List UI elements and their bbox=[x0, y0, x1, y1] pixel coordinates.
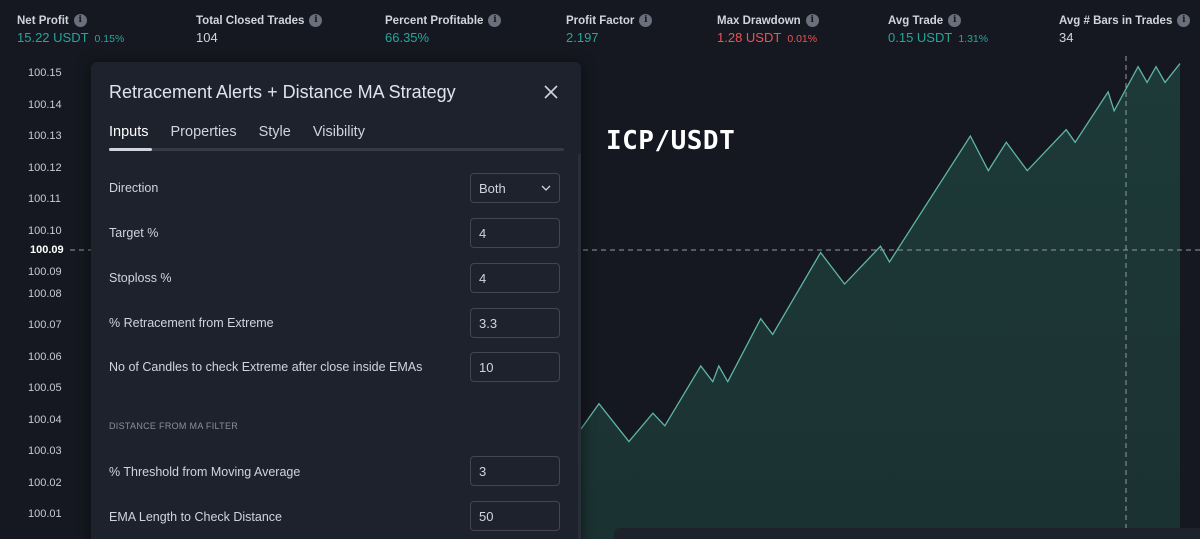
stat-profit-factor: Profit Factor i 2.197 bbox=[566, 14, 653, 45]
stat-label: Net Profit bbox=[17, 14, 69, 27]
stat-value: 66.35% bbox=[385, 30, 430, 45]
bottom-panel-edge bbox=[614, 528, 1200, 539]
strategy-stats-bar: Net Profit i 15.22 USDT 0.15% Total Closed… bbox=[0, 0, 1200, 56]
price-tick-label: 100.10 bbox=[28, 224, 62, 237]
stat-avg-bars-in-trades: Avg # Bars in Trades i 34 bbox=[1059, 14, 1191, 45]
strategy-settings-dialog: Retracement Alerts + Distance MA Strateg… bbox=[91, 62, 581, 539]
crosshair-price-label: 100.09 bbox=[28, 244, 66, 256]
stat-sub-value: 1.31% bbox=[958, 33, 989, 45]
price-tick-label: 100.06 bbox=[28, 350, 62, 363]
symbol-label: ICP/USDT bbox=[606, 126, 736, 156]
stat-label: Max Drawdown bbox=[717, 14, 801, 27]
stat-value: 15.22 USDT bbox=[17, 30, 89, 45]
price-tick-label: 100.04 bbox=[28, 413, 62, 426]
tab-visibility[interactable]: Visibility bbox=[313, 124, 365, 140]
dialog-title: Retracement Alerts + Distance MA Strateg… bbox=[109, 82, 456, 102]
direction-select[interactable]: Both bbox=[470, 173, 560, 203]
stat-label: Profit Factor bbox=[566, 14, 635, 27]
dialog-scrollbar[interactable] bbox=[578, 154, 581, 539]
info-icon[interactable]: i bbox=[948, 14, 962, 27]
stat-total-closed-trades: Total Closed Trades i 104 bbox=[196, 14, 323, 45]
stoploss-label: Stoploss % bbox=[109, 271, 172, 285]
tab-underline-track bbox=[109, 148, 564, 151]
tab-style[interactable]: Style bbox=[259, 124, 291, 140]
info-icon[interactable]: i bbox=[488, 14, 502, 27]
stat-value: 2.197 bbox=[566, 30, 599, 45]
stat-label: Total Closed Trades bbox=[196, 14, 305, 27]
ema-length-input[interactable] bbox=[470, 501, 560, 531]
stat-label: Percent Profitable bbox=[385, 14, 484, 27]
price-tick-label: 100.08 bbox=[28, 287, 62, 300]
tab-properties[interactable]: Properties bbox=[171, 124, 237, 140]
candles-label: No of Candles to check Extreme after clo… bbox=[109, 360, 423, 374]
price-tick-label: 100.14 bbox=[28, 98, 62, 111]
tab-inputs[interactable]: Inputs bbox=[109, 124, 149, 140]
target-label: Target % bbox=[109, 226, 159, 240]
stat-percent-profitable: Percent Profitable i 66.35% bbox=[385, 14, 502, 45]
price-tick-label: 100.01 bbox=[28, 508, 62, 520]
info-icon[interactable]: i bbox=[73, 14, 87, 27]
price-tick-label: 100.02 bbox=[28, 476, 62, 489]
info-icon[interactable]: i bbox=[309, 14, 323, 27]
stat-max-drawdown: Max Drawdown i 1.28 USDT 0.01% bbox=[717, 14, 819, 45]
section-heading: DISTANCE FROM MA FILTER bbox=[109, 421, 239, 431]
stoploss-input[interactable] bbox=[470, 263, 560, 293]
stat-value: 104 bbox=[196, 30, 218, 45]
threshold-input[interactable] bbox=[470, 456, 560, 486]
stat-label: Avg Trade bbox=[888, 14, 944, 27]
info-icon[interactable]: i bbox=[639, 14, 653, 27]
stat-value: 0.15 USDT bbox=[888, 30, 953, 45]
price-tick-label: 100.13 bbox=[28, 130, 62, 142]
price-tick-label: 100.03 bbox=[28, 445, 62, 457]
direction-label: Direction bbox=[109, 181, 159, 195]
retracement-label: % Retracement from Extreme bbox=[109, 316, 274, 330]
price-tick-label: 100.09 bbox=[28, 266, 62, 278]
close-button[interactable] bbox=[541, 82, 561, 102]
price-tick-label: 100.11 bbox=[28, 193, 61, 205]
stat-sub-value: 0.15% bbox=[94, 33, 125, 45]
dialog-tabs: Inputs Properties Style Visibility bbox=[109, 124, 387, 140]
candles-input[interactable] bbox=[470, 352, 560, 382]
price-tick-label: 100.07 bbox=[28, 319, 62, 331]
threshold-label: % Threshold from Moving Average bbox=[109, 465, 301, 479]
close-icon[interactable] bbox=[541, 82, 561, 102]
stat-avg-trade: Avg Trade i 0.15 USDT 1.31% bbox=[888, 14, 988, 45]
stat-value: 34 bbox=[1059, 30, 1074, 45]
stat-label: Avg # Bars in Trades bbox=[1059, 14, 1173, 27]
chevron-down-icon bbox=[541, 185, 551, 191]
active-tab-indicator bbox=[109, 148, 152, 151]
info-icon[interactable]: i bbox=[805, 14, 819, 27]
stat-value: 1.28 USDT bbox=[717, 30, 782, 45]
direction-select-value: Both bbox=[479, 180, 506, 196]
price-tick-label: 100.05 bbox=[28, 382, 62, 394]
info-icon[interactable]: i bbox=[1177, 14, 1191, 27]
stat-sub-value: 0.01% bbox=[787, 33, 818, 45]
retracement-input[interactable] bbox=[470, 308, 560, 338]
target-input[interactable] bbox=[470, 218, 560, 248]
price-tick-label: 100.15 bbox=[28, 67, 62, 79]
price-tick-label: 100.12 bbox=[28, 161, 62, 174]
stat-net-profit: Net Profit i 15.22 USDT 0.15% bbox=[17, 14, 124, 45]
ema-length-label: EMA Length to Check Distance bbox=[109, 510, 283, 524]
